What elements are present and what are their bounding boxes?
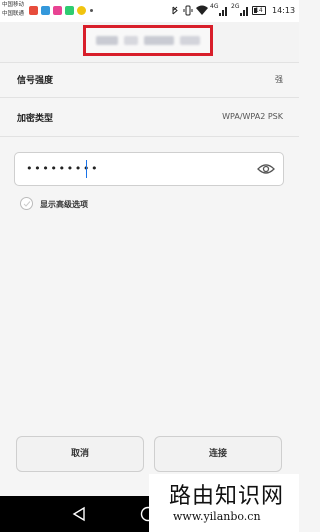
blurred-ssid xyxy=(124,36,138,45)
signal-icon xyxy=(219,4,229,16)
more-notifications-icon xyxy=(90,9,93,12)
security-type-value: WPA/WPA2 PSK xyxy=(222,112,283,121)
text-cursor xyxy=(86,160,87,178)
connect-button[interactable]: 连接 xyxy=(154,436,282,472)
notification-app-icon xyxy=(29,6,38,15)
blurred-ssid xyxy=(96,36,118,45)
divider xyxy=(0,62,299,63)
vibrate-icon xyxy=(183,5,193,16)
signal-strength-value: 强 xyxy=(275,75,283,84)
password-field[interactable]: ••••••••• xyxy=(14,152,284,186)
bluetooth-icon xyxy=(172,6,178,15)
watermark: 路由知识网 www.yilanbo.cn xyxy=(149,474,299,532)
wechat-icon xyxy=(65,6,74,15)
back-icon[interactable] xyxy=(72,506,86,522)
network-ssid-highlight xyxy=(83,25,213,56)
password-value: ••••••••• xyxy=(26,162,100,175)
status-bar: 中国移动 中国联通 4G 2G 14 14:13 xyxy=(0,0,299,22)
battery-level: 14 xyxy=(255,7,263,14)
blurred-ssid xyxy=(144,36,174,45)
advanced-options-checkbox[interactable] xyxy=(20,197,33,210)
signal-icon-2 xyxy=(240,4,250,16)
cancel-button[interactable]: 取消 xyxy=(16,436,144,472)
signal-strength-label: 信号强度 xyxy=(17,76,54,86)
weibo-icon xyxy=(77,6,86,15)
network-2g-label: 2G xyxy=(231,3,240,10)
check-icon xyxy=(23,201,31,207)
carrier-label-1: 中国移动 xyxy=(2,2,25,8)
carrier-label-2: 中国联通 xyxy=(2,11,25,17)
clock: 14:13 xyxy=(272,6,296,15)
notification-app-icon xyxy=(53,6,62,15)
network-4g-label: 4G xyxy=(210,3,219,10)
notification-app-icon xyxy=(41,6,50,15)
advanced-options-label[interactable]: 显示高级选项 xyxy=(40,199,88,210)
wifi-icon xyxy=(196,5,208,15)
divider xyxy=(0,136,299,137)
divider xyxy=(0,97,299,98)
watermark-title: 路由知识网 xyxy=(169,484,285,509)
eye-icon[interactable] xyxy=(257,162,275,176)
watermark-url: www.yilanbo.cn xyxy=(173,510,261,523)
security-type-label: 加密类型 xyxy=(17,114,54,124)
blurred-ssid xyxy=(180,36,200,45)
